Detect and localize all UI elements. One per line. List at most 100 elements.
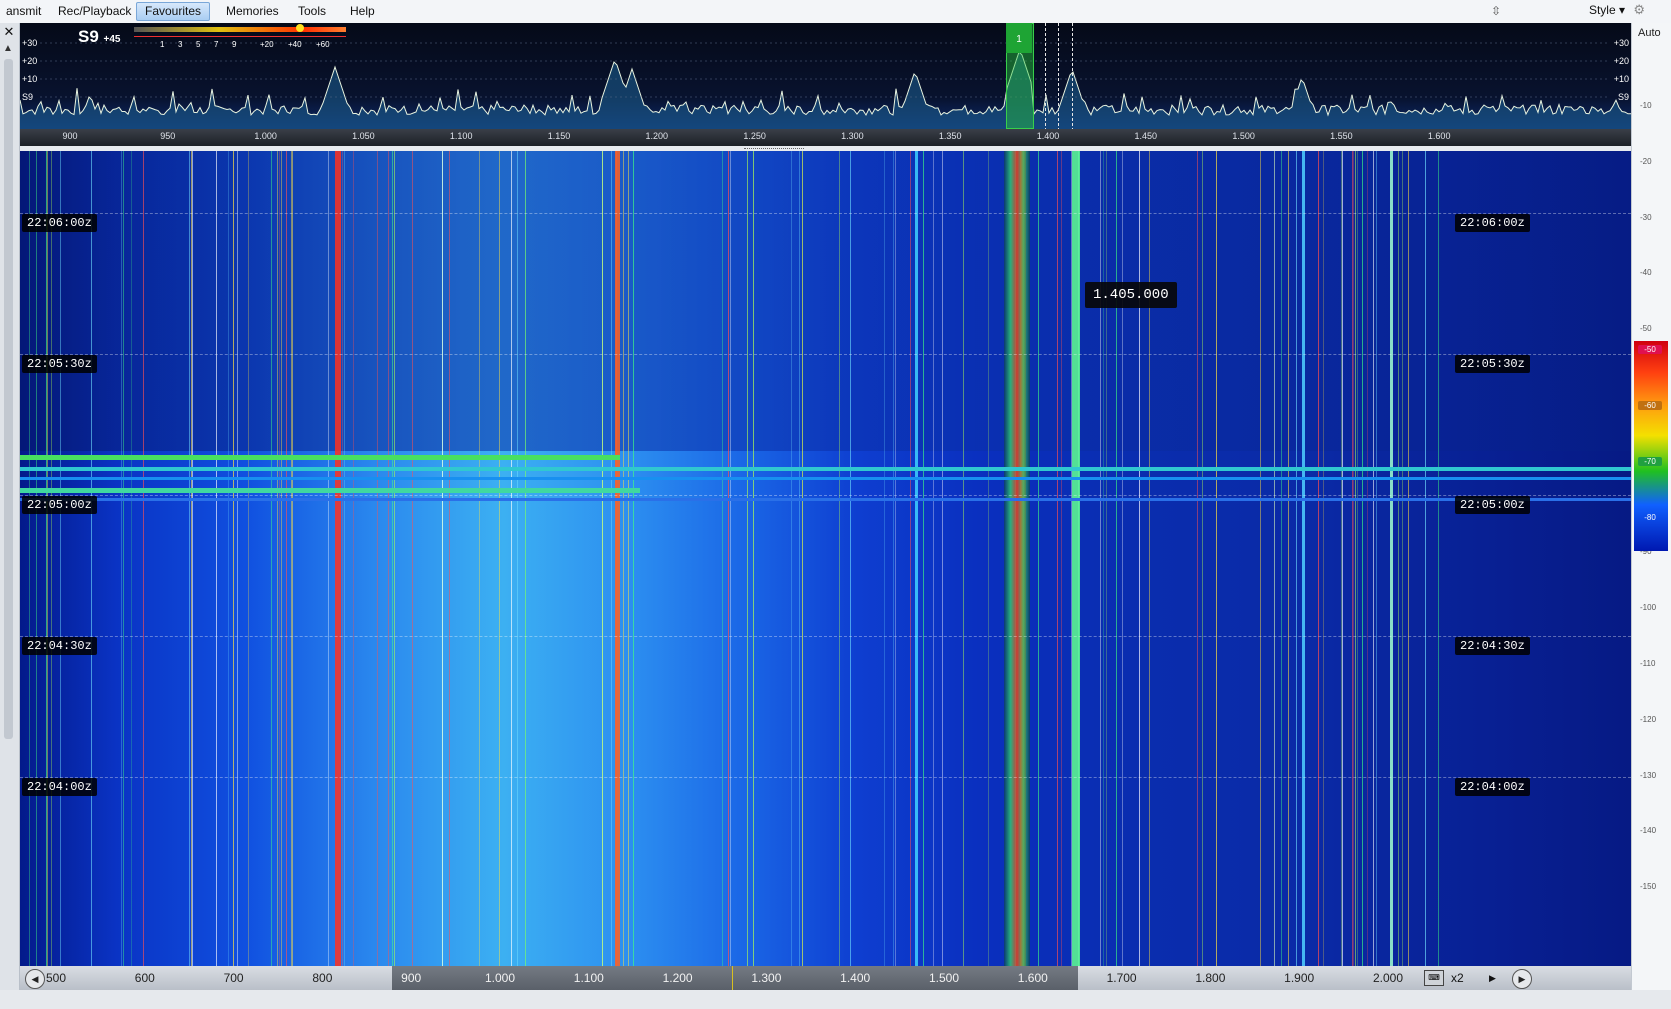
style-scroll-icon[interactable]: ⇳ [1491, 4, 1501, 18]
s-meter-tick: 9 [232, 40, 237, 49]
waterfall-carrier [36, 151, 37, 966]
waterfall-carrier [47, 151, 48, 966]
s-meter-bar [134, 27, 346, 32]
waterfall-strong-signal [335, 151, 341, 966]
time-label-right: 22:05:00z [1455, 496, 1530, 514]
waterfall-carrier [747, 151, 748, 966]
time-gridline [20, 213, 1631, 214]
scroll-right-icon[interactable]: ▶ [1512, 969, 1532, 989]
time-gridline [20, 636, 1631, 637]
spectrum-freq-tick: 950 [160, 131, 176, 141]
menu-item-memories[interactable]: Memories [218, 3, 287, 20]
waterfall-carrier [388, 151, 389, 966]
waterfall-strong-signal [1302, 151, 1305, 966]
waterfall-carrier [525, 151, 526, 966]
bottom-freq-tick: 1.800 [1195, 971, 1226, 985]
bottom-freq-tick: 1.000 [484, 971, 516, 985]
time-label-right: 22:04:00z [1455, 778, 1530, 796]
colorbar-label[interactable]: -70 [1638, 457, 1662, 466]
db-tick: -110 [1640, 659, 1656, 668]
waterfall-carrier [884, 151, 885, 966]
style-menu[interactable]: Style ▾ [1589, 3, 1625, 17]
zoom-selector[interactable]: x2 ▶ [1451, 967, 1507, 989]
waterfall-carrier [1216, 151, 1217, 966]
waterfall-carrier [511, 151, 512, 966]
waterfall-carrier [191, 151, 192, 966]
colorbar-label[interactable]: -60 [1638, 401, 1662, 410]
waterfall-carrier [517, 151, 518, 966]
spectrum-scale-label: S9 [1617, 92, 1629, 102]
waterfall-display[interactable]: 22:06:00z 22:05:30z 22:05:00z 22:04:30z … [20, 151, 1631, 966]
auto-button[interactable]: Auto [1638, 27, 1661, 39]
close-icon[interactable]: ✕ [2, 25, 16, 39]
waterfall-carrier [342, 151, 343, 966]
time-gridline [20, 777, 1631, 778]
waterfall-carrier [1373, 151, 1374, 966]
waterfall-carrier [392, 151, 393, 966]
keyboard-icon[interactable]: ⌨ [1424, 970, 1444, 986]
db-tick: -100 [1640, 603, 1657, 613]
waterfall-strong-signal [915, 151, 918, 966]
waterfall-carrier [91, 151, 92, 966]
s-meter-line [134, 36, 346, 37]
spectrum-freq-tick: 1.400 [1036, 131, 1060, 141]
menu-item-help[interactable]: Help [342, 3, 383, 20]
waterfall-band [20, 498, 1631, 501]
bottom-freq-tick: 1.500 [928, 971, 960, 985]
spectrum-freq-tick: 1.100 [449, 131, 473, 141]
waterfall-carrier [412, 151, 413, 966]
colorbar-label[interactable]: -80 [1638, 513, 1662, 522]
gear-icon[interactable]: ⚙ [1633, 2, 1645, 18]
s-meter-tick: 7 [214, 40, 219, 49]
waterfall-carrier [839, 151, 840, 966]
waterfall-carrier [394, 151, 395, 966]
scrollbar[interactable] [4, 59, 13, 739]
spectrum-fill [20, 52, 1631, 129]
waterfall-carrier [237, 151, 238, 966]
waterfall-carrier [233, 151, 234, 966]
db-tick: -10 [1640, 101, 1652, 110]
spectrum-display[interactable]: S9 +45 1 3 5 7 9 +20 +40 +60 +30 +20 +10 S9 +30 +20… [20, 23, 1631, 129]
waterfall-carrier [1106, 151, 1107, 966]
waterfall-carrier [602, 151, 603, 966]
s-meter-tick: 3 [178, 40, 183, 49]
waterfall-carrier [722, 151, 723, 966]
waterfall-carrier [1318, 151, 1319, 966]
waterfall-carrier [1197, 151, 1198, 966]
vfo-tab[interactable]: 1 [1006, 23, 1032, 53]
waterfall-carrier [933, 151, 934, 966]
waterfall-vfo-band [1004, 151, 1030, 966]
colorbar-label[interactable]: -50 [1638, 345, 1662, 354]
waterfall-strong-signal [1390, 151, 1393, 966]
waterfall-carrier [728, 151, 729, 966]
spectrum-freq-tick: 1.300 [841, 131, 864, 141]
waterfall-carrier [1038, 151, 1039, 966]
waterfall-carrier [1100, 151, 1101, 966]
waterfall-carrier [1274, 151, 1275, 966]
scroll-left-icon[interactable]: ◀ [25, 969, 45, 989]
waterfall-carrier [963, 151, 964, 966]
waterfall-colorbar[interactable]: -50 -60 -70 -80 [1634, 341, 1668, 551]
menu-item-transmit[interactable]: ansmit [0, 3, 49, 20]
spectrum-frequency-axis[interactable]: 900 950 1.000 1.050 1.100 1.150 1.200 1.250 1.30… [20, 129, 1631, 146]
menu-item-tools[interactable]: Tools [290, 3, 334, 20]
scroll-up-icon[interactable]: ▲ [3, 43, 13, 54]
waterfall-carrier [1122, 151, 1123, 966]
db-tick: -130 [1640, 770, 1657, 780]
bottom-freq-tick: 1.900 [1284, 971, 1315, 985]
time-label-left: 22:05:00z [22, 496, 97, 514]
time-gridline [20, 354, 1631, 355]
db-tick: -140 [1640, 826, 1657, 836]
bottom-axis-vfo-line [732, 966, 733, 990]
signal-plus: +45 [103, 34, 121, 45]
waterfall-carrier [279, 151, 280, 966]
bottom-frequency-axis[interactable]: 500 600 700 800 900 1.000 1.100 1.200 1.300 1.400… [20, 966, 1631, 990]
waterfall-carrier [1116, 151, 1117, 966]
spectrum-freq-tick: 1.150 [547, 131, 571, 141]
menu-item-favourites[interactable]: Favourites [136, 2, 211, 21]
db-tick: -20 [1640, 156, 1652, 166]
menu-item-rec-playback[interactable]: Rec/Playback [50, 3, 139, 20]
s-meter-tick: 1 [160, 40, 165, 49]
waterfall-carrier [623, 151, 624, 966]
waterfall-carrier [753, 151, 754, 966]
